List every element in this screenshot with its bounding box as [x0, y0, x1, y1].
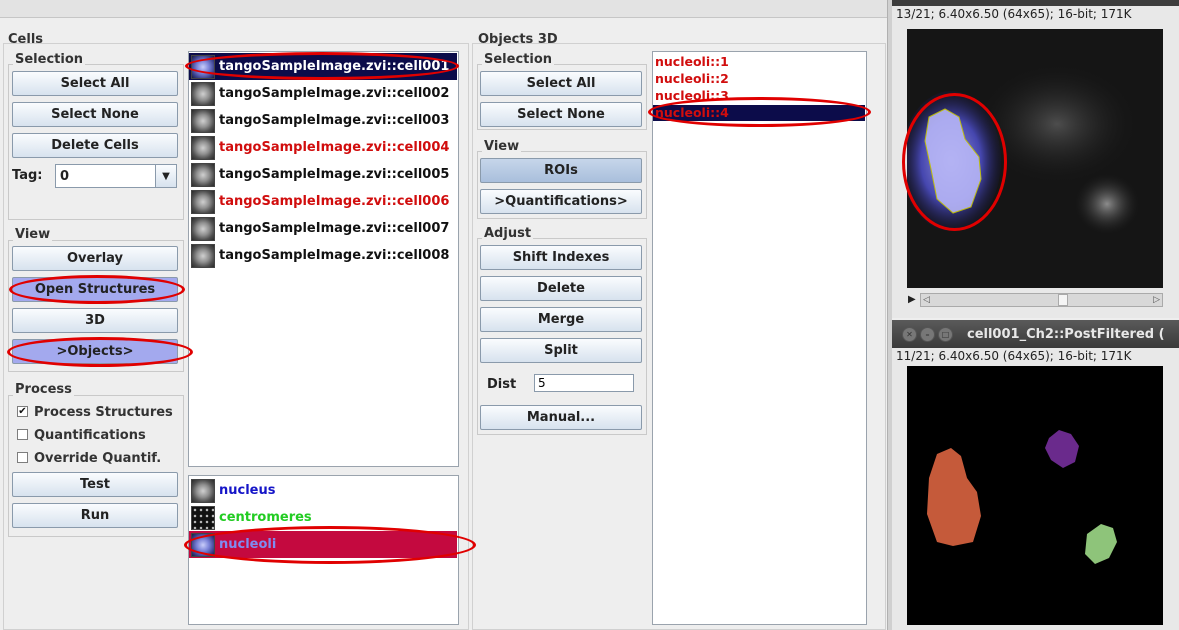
- structure-name: nucleoli: [219, 537, 277, 552]
- window-top-strip: [0, 0, 888, 18]
- cell-thumbnail: [191, 189, 215, 214]
- structure-thumbnail: [191, 478, 215, 503]
- rois-button[interactable]: ROIs: [480, 158, 642, 183]
- cells-process-label: Process: [13, 382, 74, 397]
- 3d-button[interactable]: 3D: [12, 308, 178, 333]
- object-list[interactable]: nucleoli::1 nucleoli::2 nucleoli::3 nucleol…: [652, 51, 867, 625]
- slice-scrollbar[interactable]: ◁ ▷: [920, 293, 1163, 307]
- cell-name: tangoSampleImage.zvi::cell008: [219, 248, 450, 263]
- structure-list[interactable]: nucleus centromeres nucleoli: [188, 475, 459, 625]
- image-window-2-info: 11/21; 6.40x6.50 (64x65); 16-bit; 171K: [896, 349, 1132, 363]
- cell-thumbnail: [191, 243, 215, 268]
- quantifications-checkbox[interactable]: [17, 429, 28, 440]
- object-list-item[interactable]: nucleoli::1: [655, 54, 865, 70]
- cell-name: tangoSampleImage.zvi::cell002: [219, 86, 450, 101]
- tag-value: 0: [60, 168, 70, 184]
- select-none-cells-button[interactable]: Select None: [12, 102, 178, 127]
- cell-list-item[interactable]: tangoSampleImage.zvi::cell007: [189, 215, 457, 242]
- cell-list-item[interactable]: tangoSampleImage.zvi::cell008: [189, 242, 457, 269]
- structure-list-item[interactable]: nucleoli: [189, 531, 457, 558]
- cell-thumbnail: [191, 135, 215, 160]
- cell-name: tangoSampleImage.zvi::cell007: [219, 221, 450, 236]
- cell-list-item[interactable]: tangoSampleImage.zvi::cell002: [189, 80, 457, 107]
- slice-scroll-thumb[interactable]: [1058, 294, 1068, 306]
- tag-label: Tag:: [12, 168, 43, 183]
- scroll-right-icon[interactable]: ▷: [1153, 295, 1160, 305]
- play-icon[interactable]: ▶: [908, 294, 916, 305]
- objects-button[interactable]: >Objects>: [12, 339, 178, 364]
- override-quantif-label: Override Quantif.: [34, 451, 162, 466]
- structure-thumbnail: [191, 505, 215, 530]
- cell-thumbnail: [191, 162, 215, 187]
- cell-name: tangoSampleImage.zvi::cell005: [219, 167, 450, 182]
- cell-list-item[interactable]: tangoSampleImage.zvi::cell006: [189, 188, 457, 215]
- select-all-objects-button[interactable]: Select All: [480, 71, 642, 96]
- test-button[interactable]: Test: [12, 472, 178, 497]
- object-list-item[interactable]: nucleoli::3: [655, 88, 865, 104]
- object-list-item[interactable]: nucleoli::4: [653, 105, 865, 121]
- select-all-cells-button[interactable]: Select All: [12, 71, 178, 96]
- dist-input[interactable]: [534, 374, 634, 392]
- process-structures-label: Process Structures: [34, 405, 173, 420]
- select-none-objects-button[interactable]: Select None: [480, 102, 642, 127]
- objects-selection-label: Selection: [482, 52, 555, 67]
- structure-name: centromeres: [219, 510, 312, 525]
- split-button[interactable]: Split: [480, 338, 642, 363]
- maximize-icon[interactable]: □: [938, 326, 953, 342]
- overlay-button[interactable]: Overlay: [12, 246, 178, 271]
- cell-list[interactable]: tangoSampleImage.zvi::cell001tangoSample…: [188, 51, 459, 467]
- cell-list-item[interactable]: tangoSampleImage.zvi::cell003: [189, 107, 457, 134]
- override-quantif-checkbox-row[interactable]: Override Quantif.: [17, 451, 161, 466]
- image-window-2-canvas[interactable]: [907, 366, 1163, 625]
- shift-indexes-button[interactable]: Shift Indexes: [480, 245, 642, 270]
- cells-view-label: View: [13, 227, 53, 242]
- image-window-1-titlebar[interactable]: [892, 0, 1179, 6]
- delete-objects-button[interactable]: Delete: [480, 276, 642, 301]
- cell-thumbnail: [191, 81, 215, 106]
- objects-view-label: View: [482, 139, 522, 154]
- image-window-1-info: 13/21; 6.40x6.50 (64x65); 16-bit; 171K: [896, 7, 1132, 21]
- cell-name: tangoSampleImage.zvi::cell001: [219, 59, 450, 74]
- cell-name: tangoSampleImage.zvi::cell003: [219, 113, 450, 128]
- cell-thumbnail: [191, 216, 215, 241]
- run-button[interactable]: Run: [12, 503, 178, 528]
- cell-name: tangoSampleImage.zvi::cell004: [219, 140, 450, 155]
- image-window-1-canvas[interactable]: [907, 29, 1163, 288]
- manual-button[interactable]: Manual...: [480, 405, 642, 430]
- override-quantif-checkbox[interactable]: [17, 452, 28, 463]
- fluorescence-image: [907, 29, 1163, 288]
- structure-list-item[interactable]: centromeres: [189, 504, 457, 531]
- minimize-icon[interactable]: –: [920, 326, 935, 342]
- quantifications-button[interactable]: >Quantifications>: [480, 189, 642, 214]
- merge-button[interactable]: Merge: [480, 307, 642, 332]
- process-structures-checkbox-row[interactable]: ✔ Process Structures: [17, 405, 173, 420]
- tag-dropdown[interactable]: 0 ▼: [55, 164, 177, 188]
- cell-thumbnail: [191, 108, 215, 133]
- scroll-left-icon[interactable]: ◁: [923, 295, 930, 305]
- dist-label: Dist: [487, 377, 517, 392]
- structure-list-item[interactable]: nucleus: [189, 477, 457, 504]
- structure-name: nucleus: [219, 483, 276, 498]
- cell-list-item[interactable]: tangoSampleImage.zvi::cell005: [189, 161, 457, 188]
- chevron-down-icon[interactable]: ▼: [155, 165, 176, 187]
- image-window-2-title: cell001_Ch2::PostFiltered (: [967, 326, 1165, 342]
- process-structures-checkbox[interactable]: ✔: [17, 406, 28, 417]
- open-structures-button[interactable]: Open Structures: [12, 277, 178, 302]
- quantifications-label: Quantifications: [34, 428, 146, 443]
- image-window-2-titlebar[interactable]: ✕ – □ cell001_Ch2::PostFiltered (: [892, 320, 1179, 348]
- object-list-item[interactable]: nucleoli::2: [655, 71, 865, 87]
- cell-thumbnail: [191, 54, 215, 79]
- cell-list-item[interactable]: tangoSampleImage.zvi::cell004: [189, 134, 457, 161]
- structure-thumbnail: [191, 532, 215, 557]
- close-icon[interactable]: ✕: [902, 326, 917, 342]
- objects-3d-title: Objects 3D: [478, 32, 558, 47]
- cells-panel-title: Cells: [8, 32, 44, 47]
- delete-cells-button[interactable]: Delete Cells: [12, 133, 178, 158]
- segmentation-image: [907, 366, 1163, 625]
- quantifications-checkbox-row[interactable]: Quantifications: [17, 428, 146, 443]
- cell-list-item[interactable]: tangoSampleImage.zvi::cell001: [189, 53, 457, 80]
- objects-adjust-label: Adjust: [482, 226, 534, 241]
- cell-name: tangoSampleImage.zvi::cell006: [219, 194, 450, 209]
- cells-selection-label: Selection: [13, 52, 86, 67]
